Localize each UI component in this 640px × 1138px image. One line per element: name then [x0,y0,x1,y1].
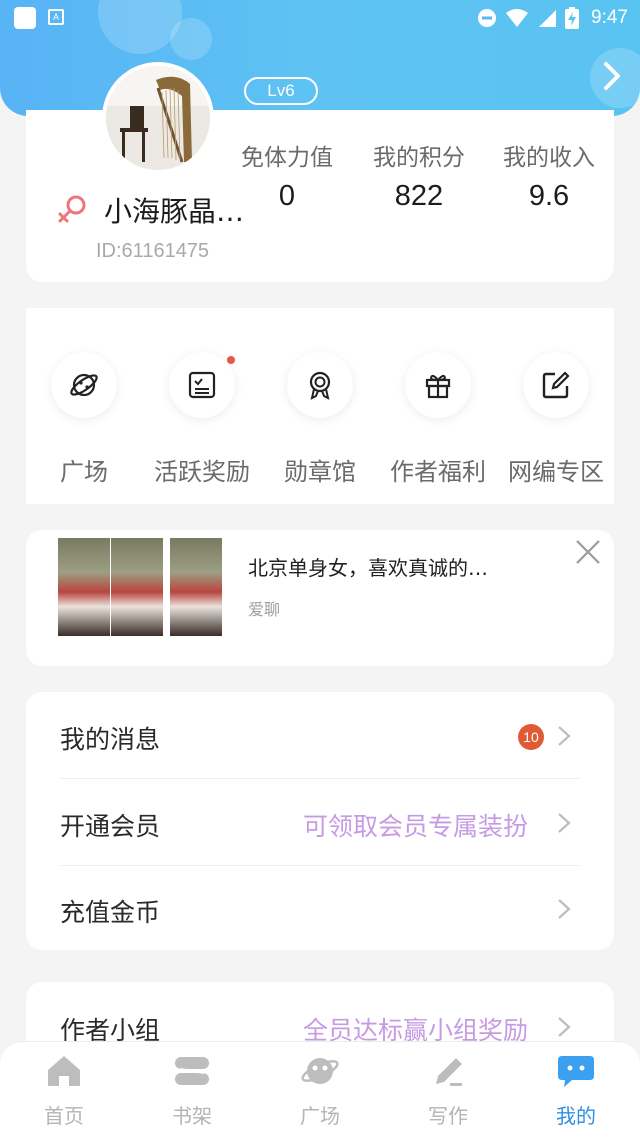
chevron-right-icon [558,1017,571,1037]
action-label: 网编专区 [508,458,604,486]
pen-icon [436,1058,462,1086]
bookshelf-icon [175,1057,209,1085]
nav-square[interactable]: 广场 [270,1052,370,1129]
stat-value: 822 [394,180,444,212]
stat-stamina[interactable]: 免体力值 0 [227,138,347,213]
ad-image [111,538,163,636]
stat-value: 9.6 [528,180,570,212]
nav-label: 我的 [556,1104,596,1128]
menu-item-vip[interactable]: 开通会员 可领取会员专属装扮 [26,779,614,865]
status-bar: A 9:47 [0,0,640,36]
menu-card: 我的消息 10 开通会员 可领取会员专属装扮 充值金币 [26,692,614,950]
unread-badge: 10 [518,724,544,750]
battery-charging-icon [565,7,580,29]
action-editor-zone[interactable]: 网编专区 [486,352,626,487]
medal-icon [309,371,331,400]
avatar[interactable] [102,62,214,174]
chevron-right-icon [558,813,571,833]
nav-bookshelf[interactable]: 书架 [142,1052,242,1129]
nickname[interactable]: 小海豚晶… [104,190,244,230]
action-icon-circle [405,352,471,418]
ad-card[interactable]: 北京单身女，喜欢真诚的… 爱聊 [26,530,614,666]
chat-bubble-icon [558,1056,594,1087]
user-id: ID:61161475 [96,240,210,262]
chevron-right-icon[interactable] [594,56,630,96]
menu-item-label: 开通会员 [60,812,161,841]
gift-icon [425,374,451,399]
action-icon-circle [523,352,589,418]
stat-label: 我的收入 [503,145,595,171]
planet-icon [70,373,98,397]
menu-item-hint: 可领取会员专属装扮 [302,812,528,841]
close-icon[interactable] [574,538,602,566]
clock: 9:47 [591,7,628,28]
wifi-icon [506,9,529,27]
harp-avatar-image [106,66,210,170]
stat-label: 免体力值 [241,145,333,171]
stat-label: 我的积分 [373,145,465,171]
action-icon-circle [51,352,117,418]
nav-label: 书架 [172,1104,212,1128]
signal-icon [539,10,557,27]
white-square-icon [14,7,36,29]
nav-write[interactable]: 写作 [398,1052,498,1129]
home-icon [48,1056,80,1086]
planet-icon [301,1058,339,1084]
nav-home[interactable]: 首页 [14,1052,114,1129]
checklist-icon [188,371,216,399]
ad-source: 爱聊 [248,600,281,619]
menu-item-label: 我的消息 [60,725,161,754]
stat-value: 0 [278,180,296,212]
do-not-disturb-icon [478,9,497,27]
ad-title: 北京单身女，喜欢真诚的… [248,556,488,580]
nav-mine[interactable]: 我的 [526,1052,626,1129]
store-a-icon: A [48,9,64,25]
edit-icon [542,371,570,399]
nav-label: 首页 [44,1104,84,1128]
action-icon-circle [169,352,235,418]
nav-label: 广场 [300,1104,340,1128]
stat-points[interactable]: 我的积分 822 [359,138,479,213]
action-icon-circle [287,352,353,418]
level-badge: Lv6 [244,77,318,105]
chevron-right-icon [558,726,571,746]
notification-dot [227,356,235,364]
ad-image [170,538,222,636]
menu-item-messages[interactable]: 我的消息 10 [26,692,614,778]
female-icon [58,195,86,223]
menu-item-label: 充值金币 [60,898,161,927]
ad-image [58,538,110,636]
chevron-right-icon [558,899,571,919]
nav-label: 写作 [428,1104,468,1128]
menu-item-recharge[interactable]: 充值金币 [26,865,614,951]
stat-income[interactable]: 我的收入 9.6 [489,138,609,213]
